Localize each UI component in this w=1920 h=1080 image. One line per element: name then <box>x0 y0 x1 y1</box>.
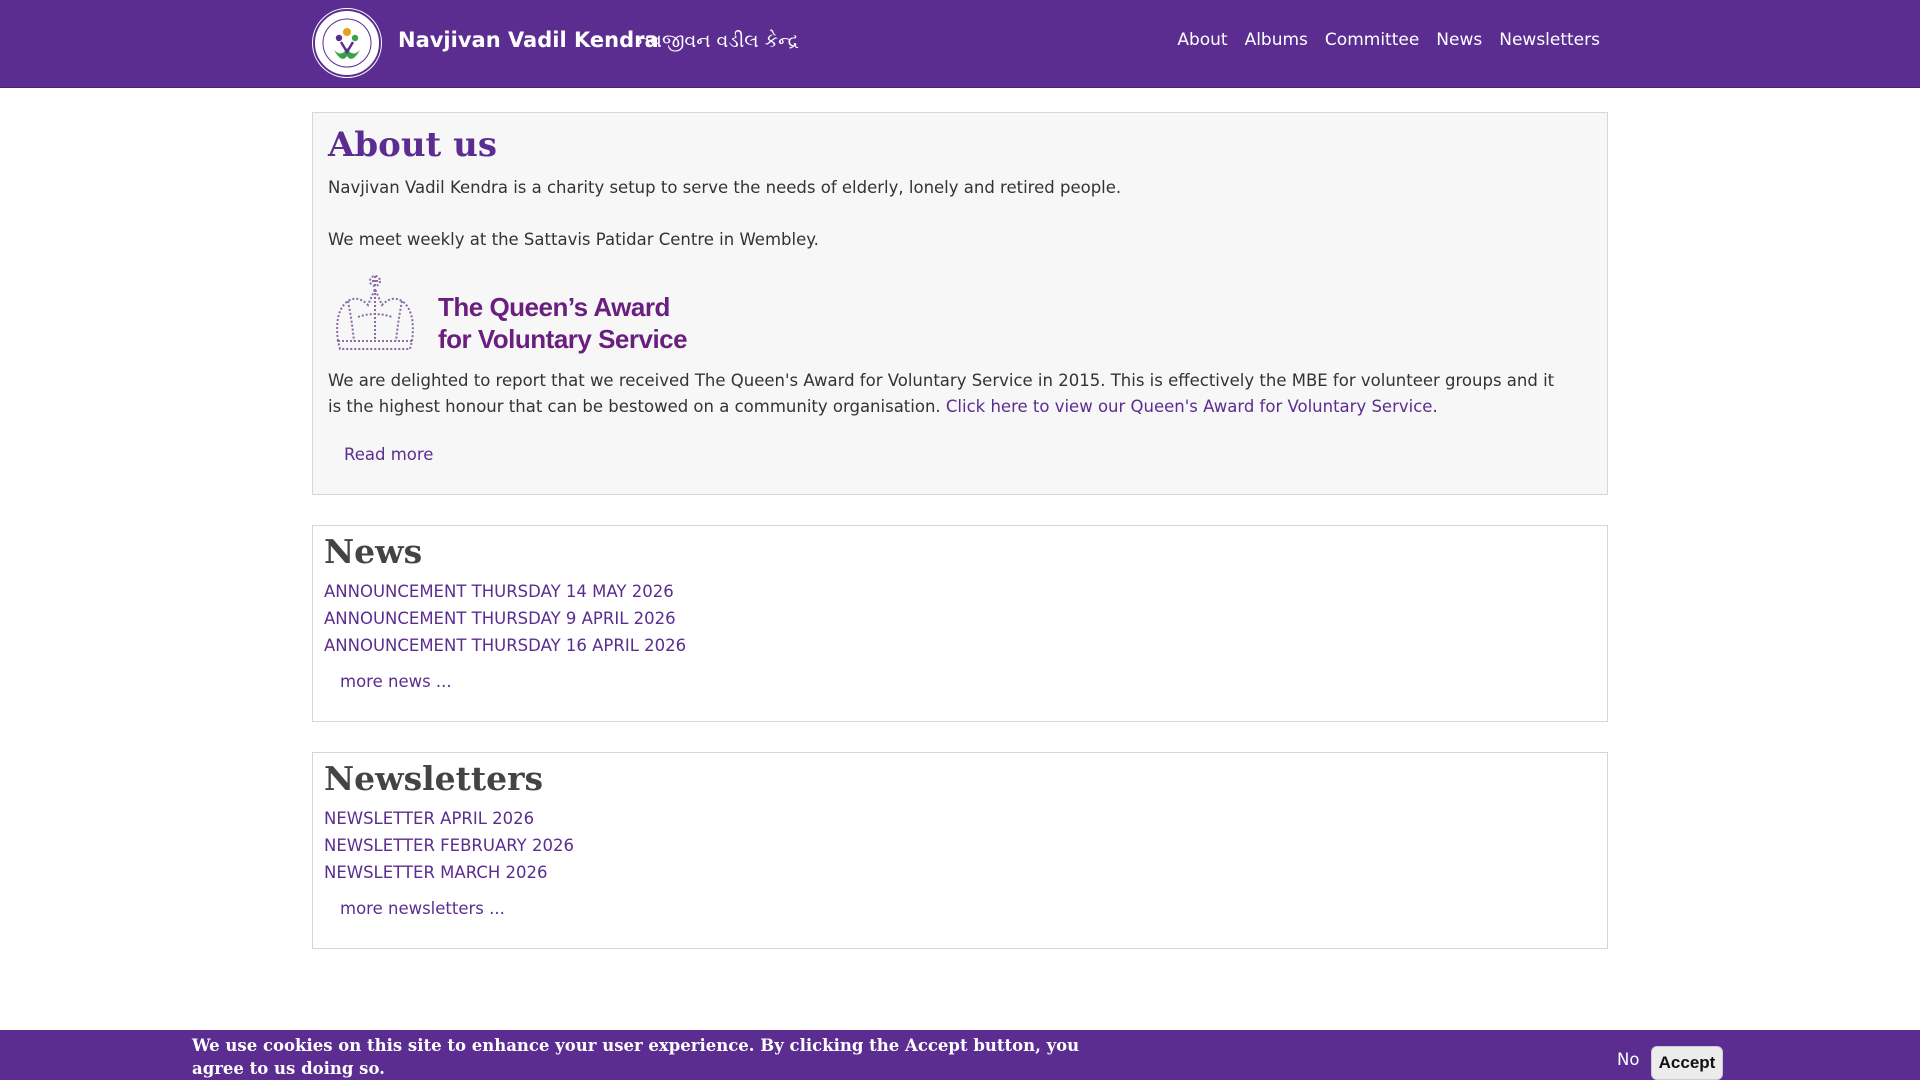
list-item: ANNOUNCEMENT THURSDAY 9 APRIL 2026 <box>324 609 686 636</box>
nav-albums[interactable]: Albums <box>1245 30 1308 50</box>
more-newsletters-link[interactable]: more newsletters ... <box>340 899 505 918</box>
list-item: NEWSLETTER APRIL 2026 <box>324 809 574 836</box>
brand-name[interactable]: Navjivan Vadil Kendra <box>398 28 659 52</box>
brand-gujarati-name: નવજીવન વડીલ કેન્દ્ર <box>636 30 799 52</box>
newsletters-list: NEWSLETTER APRIL 2026 NEWSLETTER FEBRUAR… <box>324 809 574 890</box>
award-description: We are delighted to report that we recei… <box>328 368 1567 420</box>
queens-award-logo: The Queen’s Award for Voluntary Service <box>328 271 688 355</box>
about-meeting-text: We meet weekly at the Sattavis Patidar C… <box>328 230 819 249</box>
about-panel: About us Navjivan Vadil Kendra is a char… <box>312 112 1608 495</box>
site-header: Navjivan Vadil Kendra નવજીવન વડીલ કેન્દ્… <box>0 0 1920 88</box>
award-line-2: for Voluntary Service <box>438 324 688 354</box>
nav-committee[interactable]: Committee <box>1325 30 1419 50</box>
newsletter-link[interactable]: NEWSLETTER APRIL 2026 <box>324 809 534 828</box>
news-list: ANNOUNCEMENT THURSDAY 14 MAY 2026 ANNOUN… <box>324 582 686 663</box>
nav-news[interactable]: News <box>1436 30 1482 50</box>
cookie-accept-button[interactable]: Accept <box>1651 1046 1723 1080</box>
main-nav: About Albums Committee News Newsletters <box>1177 30 1600 50</box>
news-title: News <box>324 532 423 571</box>
news-panel: News ANNOUNCEMENT THURSDAY 14 MAY 2026 A… <box>312 525 1608 722</box>
more-news-link[interactable]: more news ... <box>340 672 452 691</box>
site-logo[interactable] <box>312 8 382 78</box>
nav-newsletters[interactable]: Newsletters <box>1499 30 1600 50</box>
newsletter-link[interactable]: NEWSLETTER MARCH 2026 <box>324 863 548 882</box>
cookie-banner: We use cookies on this site to enhance y… <box>0 1030 1920 1080</box>
about-title: About us <box>328 125 497 165</box>
read-more-link[interactable]: Read more <box>344 445 433 464</box>
news-link[interactable]: ANNOUNCEMENT THURSDAY 14 MAY 2026 <box>324 582 674 601</box>
list-item: NEWSLETTER MARCH 2026 <box>324 863 574 890</box>
nav-about[interactable]: About <box>1177 30 1227 50</box>
logo-emblem-icon <box>313 9 381 77</box>
crown-icon <box>336 275 414 350</box>
cookie-decline-button[interactable]: No <box>1617 1050 1639 1069</box>
award-line-1: The Queen’s Award <box>438 292 670 322</box>
newsletters-panel: Newsletters NEWSLETTER APRIL 2026 NEWSLE… <box>312 752 1608 949</box>
list-item: NEWSLETTER FEBRUARY 2026 <box>324 836 574 863</box>
news-link[interactable]: ANNOUNCEMENT THURSDAY 16 APRIL 2026 <box>324 636 686 655</box>
newsletter-link[interactable]: NEWSLETTER FEBRUARY 2026 <box>324 836 574 855</box>
list-item: ANNOUNCEMENT THURSDAY 16 APRIL 2026 <box>324 636 686 663</box>
award-link[interactable]: Click here to view our Queen's Award for… <box>946 397 1433 416</box>
award-description-end: . <box>1432 397 1438 416</box>
award-text: The Queen’s Award for Voluntary Service <box>438 291 688 355</box>
cookie-message: We use cookies on this site to enhance y… <box>192 1036 1080 1078</box>
newsletters-title: Newsletters <box>324 759 544 798</box>
about-intro-text: Navjivan Vadil Kendra is a charity setup… <box>328 178 1122 197</box>
list-item: ANNOUNCEMENT THURSDAY 14 MAY 2026 <box>324 582 686 609</box>
news-link[interactable]: ANNOUNCEMENT THURSDAY 9 APRIL 2026 <box>324 609 676 628</box>
